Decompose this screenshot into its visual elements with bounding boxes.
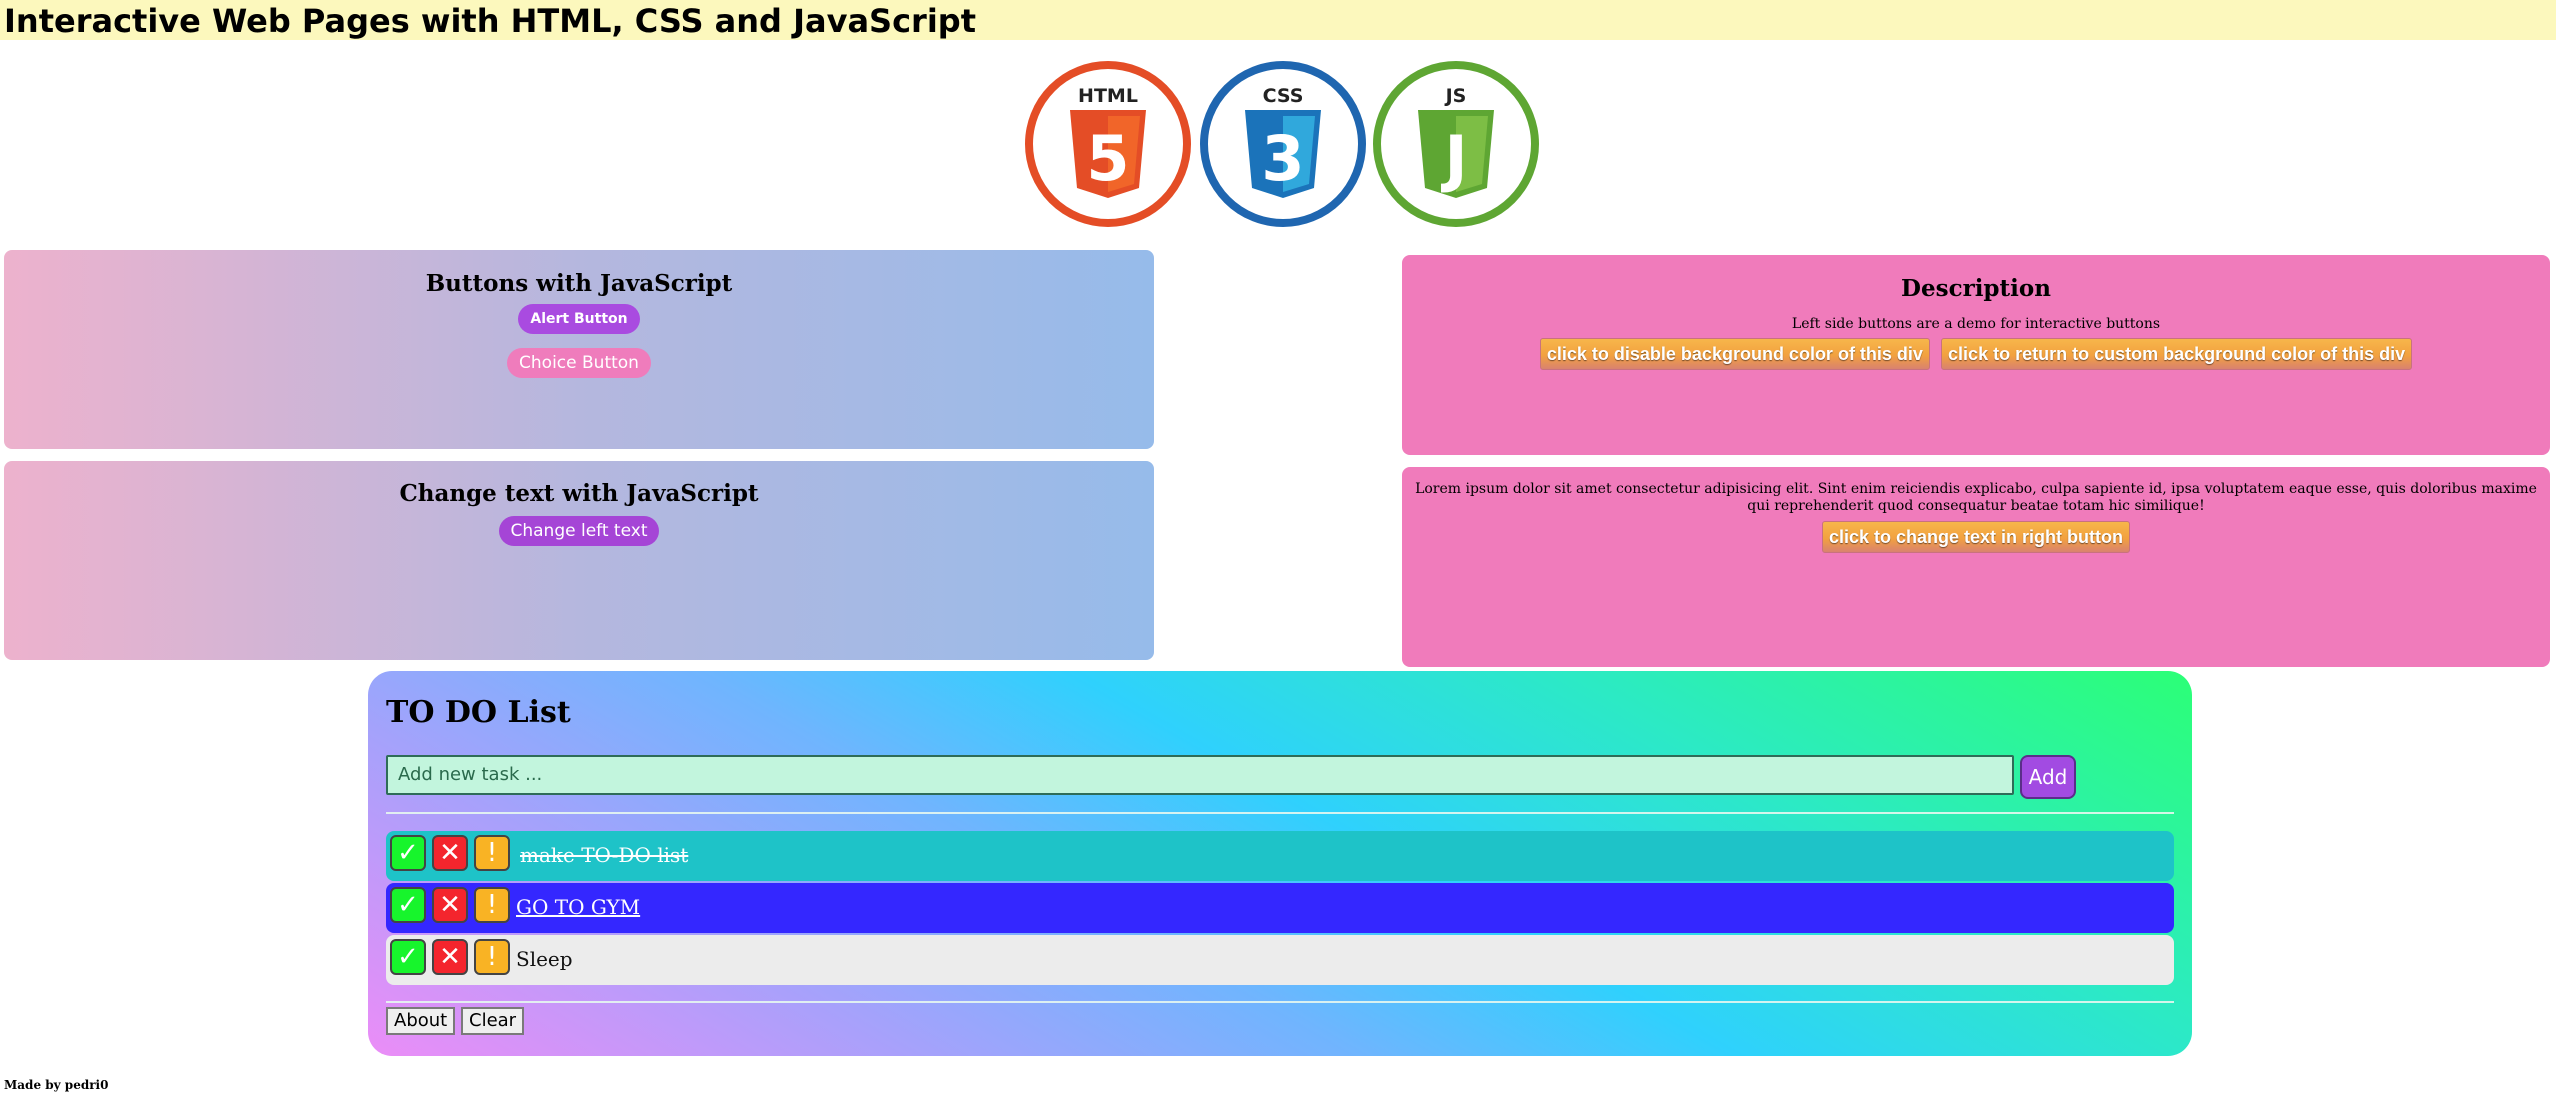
- js-logo-digit: J: [1440, 122, 1467, 195]
- todo-panel: TO DO List Add new task ... Add ✓ ✕! make …: [368, 671, 2192, 1056]
- css-logo-label: CSS: [1263, 85, 1304, 107]
- choice-button[interactable]: Choice Button: [507, 348, 651, 378]
- task-item: ✓ ✕! make TO-DO list: [386, 831, 2174, 881]
- delete-task-button[interactable]: ✕: [432, 835, 468, 871]
- change-text-panel-title: Change text with JavaScript: [399, 480, 759, 507]
- about-button[interactable]: About: [386, 1007, 456, 1035]
- new-task-input[interactable]: Add new task ...: [386, 755, 2014, 795]
- html-logo-label: HTML: [1078, 85, 1138, 107]
- delete-task-button[interactable]: ✕: [432, 887, 468, 923]
- js-logo-label: JS: [1444, 85, 1467, 107]
- complete-task-button[interactable]: ✓: [390, 887, 426, 923]
- divider: [386, 812, 2174, 814]
- description-panel: Description Left side buttons are a demo…: [1402, 255, 2550, 455]
- add-task-button[interactable]: Add: [2020, 755, 2076, 799]
- lorem-text: Lorem ipsum dolor sit amet consectetur a…: [1415, 481, 2537, 514]
- description-title: Description: [1901, 275, 2051, 302]
- change-text-panel: Change text with JavaScript Change left …: [4, 461, 1154, 660]
- task-item: ✓ ✕! GO TO GYM: [386, 883, 2174, 933]
- important-task-button[interactable]: !: [474, 939, 510, 975]
- return-bg-button[interactable]: click to return to custom background col…: [1941, 338, 2413, 370]
- important-task-button[interactable]: !: [474, 835, 510, 871]
- change-left-text-button[interactable]: Change left text: [498, 516, 660, 546]
- important-task-button[interactable]: !: [474, 887, 510, 923]
- description-text: Left side buttons are a demo for interac…: [1791, 316, 2161, 332]
- task-text: GO TO GYM: [516, 895, 641, 919]
- footer-credit: Made by pedri0: [4, 1078, 109, 1092]
- html-logo-digit: 5: [1086, 122, 1129, 195]
- task-text: make TO-DO list: [520, 843, 689, 867]
- page-title: Interactive Web Pages with HTML, CSS and…: [4, 2, 976, 40]
- js-logo: JS J: [1373, 61, 1539, 227]
- page-header: Interactive Web Pages with HTML, CSS and…: [0, 0, 2556, 40]
- alert-button[interactable]: Alert Button: [518, 304, 640, 334]
- html5-logo: HTML 5: [1025, 61, 1191, 227]
- lorem-panel: Lorem ipsum dolor sit amet consectetur a…: [1402, 467, 2550, 667]
- complete-task-button[interactable]: ✓: [390, 835, 426, 871]
- css3-logo: CSS 3: [1200, 61, 1366, 227]
- buttons-panel-title: Buttons with JavaScript: [425, 270, 733, 297]
- buttons-panel: Buttons with JavaScript Alert Button Cho…: [4, 250, 1154, 449]
- todo-title: TO DO List: [386, 695, 571, 730]
- divider: [386, 1001, 2174, 1003]
- task-item: ✓ ✕! Sleep: [386, 935, 2174, 985]
- delete-task-button[interactable]: ✕: [432, 939, 468, 975]
- disable-bg-button[interactable]: click to disable background color of thi…: [1539, 338, 1930, 370]
- clear-button[interactable]: Clear: [461, 1007, 525, 1035]
- change-right-text-button[interactable]: click to change text in right button: [1821, 521, 2130, 553]
- task-text: Sleep: [516, 947, 573, 971]
- complete-task-button[interactable]: ✓: [390, 939, 426, 975]
- css-logo-digit: 3: [1261, 122, 1304, 195]
